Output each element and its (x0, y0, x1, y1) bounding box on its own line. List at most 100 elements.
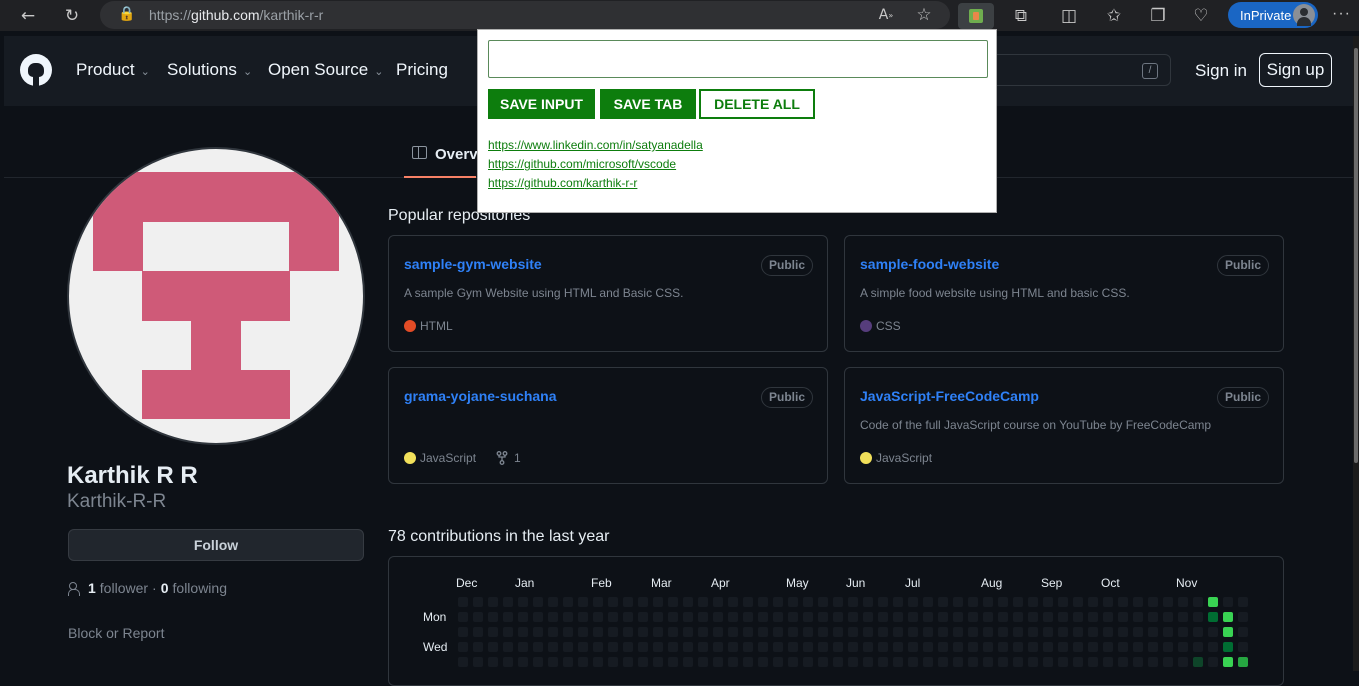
repo-forks-link[interactable]: 1 (496, 451, 521, 465)
contribution-day-cell[interactable] (938, 627, 948, 637)
contribution-day-cell[interactable] (518, 657, 528, 667)
contribution-day-cell[interactable] (878, 597, 888, 607)
contribution-day-cell[interactable] (1028, 627, 1038, 637)
contribution-day-cell[interactable] (953, 657, 963, 667)
contribution-day-cell[interactable] (833, 597, 843, 607)
inprivate-button[interactable]: InPrivate (1228, 2, 1318, 28)
contribution-day-cell[interactable] (908, 627, 918, 637)
contribution-day-cell[interactable] (863, 597, 873, 607)
contribution-day-cell[interactable] (743, 597, 753, 607)
contribution-day-cell[interactable] (533, 597, 543, 607)
contribution-day-cell[interactable] (1223, 627, 1233, 637)
contribution-day-cell[interactable] (788, 597, 798, 607)
contribution-day-cell[interactable] (728, 597, 738, 607)
contribution-day-cell[interactable] (1028, 612, 1038, 622)
address-bar[interactable]: 🔒 https://github.com/karthik-r-r A» ☆ (100, 1, 950, 29)
contribution-day-cell[interactable] (1073, 657, 1083, 667)
contribution-day-cell[interactable] (803, 612, 813, 622)
contribution-day-cell[interactable] (1208, 657, 1218, 667)
contribution-day-cell[interactable] (1193, 642, 1203, 652)
contribution-day-cell[interactable] (1178, 597, 1188, 607)
contribution-day-cell[interactable] (983, 627, 993, 637)
contribution-day-cell[interactable] (773, 612, 783, 622)
contribution-day-cell[interactable] (1223, 657, 1233, 667)
contribution-day-cell[interactable] (908, 597, 918, 607)
contribution-day-cell[interactable] (533, 627, 543, 637)
contribution-day-cell[interactable] (1238, 612, 1248, 622)
contribution-day-cell[interactable] (1223, 612, 1233, 622)
contribution-day-cell[interactable] (1193, 612, 1203, 622)
contribution-day-cell[interactable] (1178, 627, 1188, 637)
contribution-day-cell[interactable] (968, 597, 978, 607)
contribution-day-cell[interactable] (1178, 612, 1188, 622)
contribution-day-cell[interactable] (908, 612, 918, 622)
contribution-day-cell[interactable] (548, 657, 558, 667)
contribution-day-cell[interactable] (698, 612, 708, 622)
contribution-day-cell[interactable] (788, 627, 798, 637)
contribution-day-cell[interactable] (803, 657, 813, 667)
contribution-day-cell[interactable] (923, 642, 933, 652)
contribution-day-cell[interactable] (1073, 612, 1083, 622)
block-or-report-link[interactable]: Block or Report (68, 625, 164, 641)
contribution-day-cell[interactable] (698, 642, 708, 652)
contribution-day-cell[interactable] (953, 627, 963, 637)
github-logo-icon[interactable] (20, 54, 52, 86)
contribution-day-cell[interactable] (968, 612, 978, 622)
contribution-day-cell[interactable] (548, 627, 558, 637)
contribution-day-cell[interactable] (563, 642, 573, 652)
contribution-day-cell[interactable] (503, 642, 513, 652)
contribution-day-cell[interactable] (803, 642, 813, 652)
contribution-day-cell[interactable] (1163, 642, 1173, 652)
contribution-day-cell[interactable] (563, 597, 573, 607)
contribution-day-cell[interactable] (1103, 642, 1113, 652)
contribution-day-cell[interactable] (668, 627, 678, 637)
contribution-day-cell[interactable] (1058, 657, 1068, 667)
contribution-day-cell[interactable] (1013, 627, 1023, 637)
repo-name-link[interactable]: sample-food-website (860, 256, 999, 272)
contribution-day-cell[interactable] (653, 597, 663, 607)
contribution-day-cell[interactable] (1088, 657, 1098, 667)
contribution-day-cell[interactable] (818, 642, 828, 652)
contribution-day-cell[interactable] (728, 627, 738, 637)
contribution-day-cell[interactable] (608, 612, 618, 622)
contribution-day-cell[interactable] (1133, 597, 1143, 607)
contribution-day-cell[interactable] (1133, 627, 1143, 637)
contribution-day-cell[interactable] (668, 642, 678, 652)
contribution-day-cell[interactable] (578, 612, 588, 622)
sign-in-link[interactable]: Sign in (1195, 61, 1247, 81)
refresh-icon[interactable]: ↻ (61, 5, 83, 27)
contribution-day-cell[interactable] (938, 657, 948, 667)
contribution-day-cell[interactable] (1223, 642, 1233, 652)
contribution-day-cell[interactable] (773, 597, 783, 607)
contribution-day-cell[interactable] (623, 612, 633, 622)
contribution-day-cell[interactable] (683, 627, 693, 637)
contribution-day-cell[interactable] (1088, 627, 1098, 637)
contribution-day-cell[interactable] (548, 597, 558, 607)
contribution-day-cell[interactable] (1238, 657, 1248, 667)
contribution-day-cell[interactable] (923, 612, 933, 622)
contribution-day-cell[interactable] (1163, 627, 1173, 637)
nav-open-source[interactable]: Open Source ⌄ (268, 60, 383, 80)
contribution-day-cell[interactable] (893, 612, 903, 622)
extensions-puzzle-icon[interactable]: ⧉ (1010, 5, 1032, 27)
contribution-day-cell[interactable] (833, 642, 843, 652)
contribution-day-cell[interactable] (593, 642, 603, 652)
contribution-day-cell[interactable] (488, 597, 498, 607)
contribution-day-cell[interactable] (923, 597, 933, 607)
contribution-day-cell[interactable] (758, 657, 768, 667)
contribution-day-cell[interactable] (1148, 612, 1158, 622)
contribution-day-cell[interactable] (968, 627, 978, 637)
contribution-day-cell[interactable] (743, 612, 753, 622)
contribution-day-cell[interactable] (893, 657, 903, 667)
contribution-day-cell[interactable] (983, 657, 993, 667)
contribution-day-cell[interactable] (1058, 627, 1068, 637)
contribution-day-cell[interactable] (953, 597, 963, 607)
contribution-day-cell[interactable] (848, 657, 858, 667)
contribution-day-cell[interactable] (758, 612, 768, 622)
contribution-day-cell[interactable] (623, 657, 633, 667)
contribution-day-cell[interactable] (518, 627, 528, 637)
contribution-day-cell[interactable] (458, 657, 468, 667)
contribution-day-cell[interactable] (848, 612, 858, 622)
contribution-day-cell[interactable] (1148, 657, 1158, 667)
favorite-star-icon[interactable]: ☆ (913, 4, 935, 26)
